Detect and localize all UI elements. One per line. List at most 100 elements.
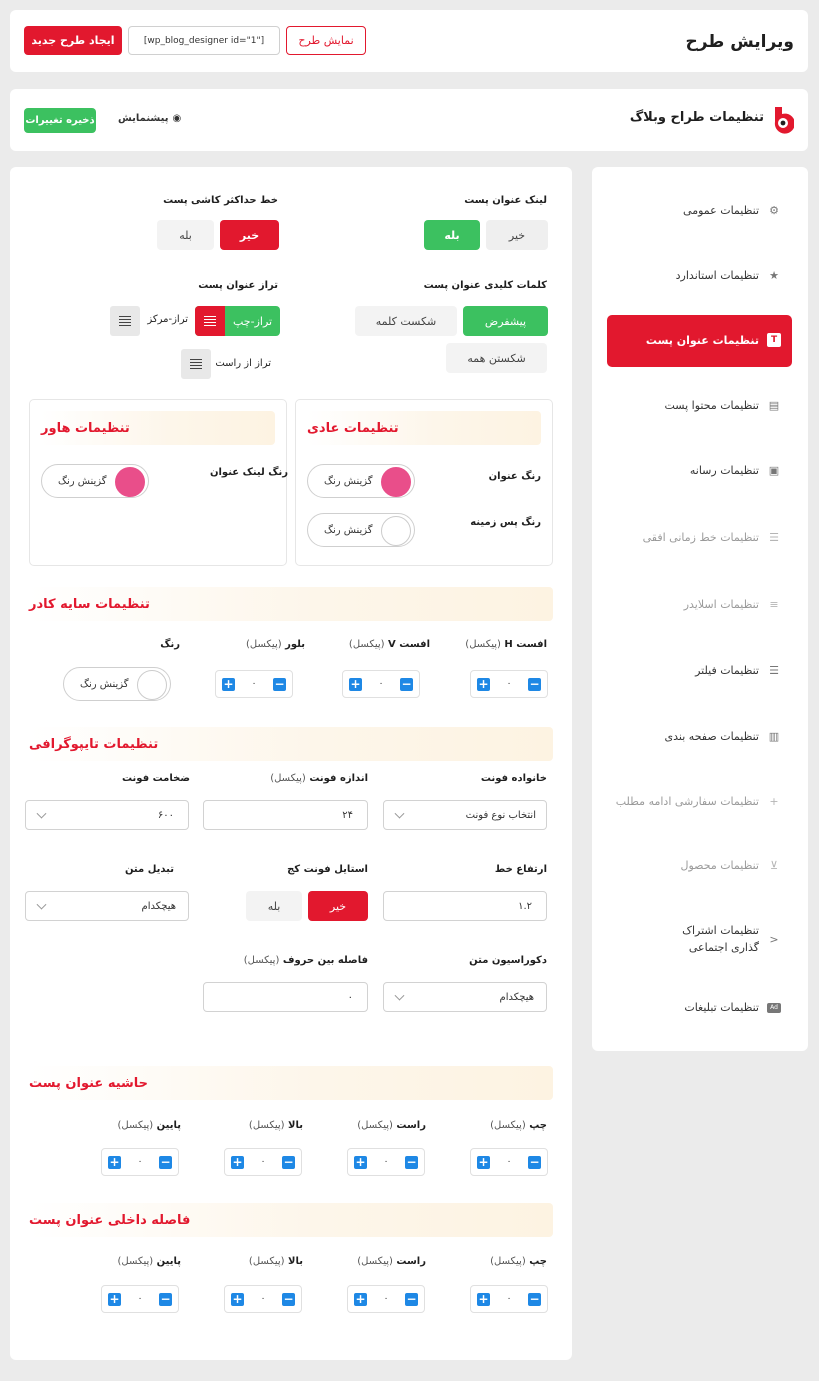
chevron-down-icon [394, 808, 405, 819]
shadow-v-stepper[interactable]: +۰− [342, 670, 420, 698]
minus-icon[interactable]: − [273, 677, 286, 691]
title-color-picker[interactable]: گزینش رنگ [307, 464, 415, 498]
shadow-h-stepper[interactable]: +۰− [470, 670, 548, 698]
save-changes-button[interactable]: ذخیره تغییرات [24, 108, 96, 133]
sidebar-item-social[interactable]: < تنظیمات اشتراک گذاری اجتماعی [651, 922, 781, 956]
align-right-label: تراز از راست [215, 358, 271, 369]
minus-icon[interactable]: − [159, 1292, 172, 1306]
sidebar-item-ads[interactable]: Ad تنظیمات تبلیغات [684, 1001, 781, 1014]
align-center-icon[interactable] [110, 306, 140, 336]
sidebar-item-product[interactable]: ⊻ تنظیمات محصول [681, 858, 782, 872]
minus-icon[interactable]: − [159, 1155, 172, 1169]
bg-color-picker[interactable]: گزینش رنگ [307, 513, 415, 547]
document-icon: ▤ [768, 398, 780, 412]
link-color-picker[interactable]: گزینش رنگ [41, 464, 149, 498]
book-icon: ▥ [768, 729, 780, 743]
text-decoration-label: دکوراسیون متن [469, 955, 547, 966]
sidebar-item-timeline[interactable]: ☰ تنظیمات خط زمانی افقی [643, 530, 781, 544]
plus-icon[interactable]: + [108, 1292, 121, 1306]
keywords-default-button[interactable]: پیشفرض [463, 306, 548, 336]
plus-icon[interactable]: + [108, 1155, 121, 1169]
margin-right-stepper[interactable]: +۰− [347, 1148, 425, 1176]
gear-icon: ⚙ [769, 203, 779, 217]
italic-label: استایل فونت کج [287, 864, 368, 875]
margin-top-stepper[interactable]: +۰− [224, 1148, 302, 1176]
shadow-v-label: افست V (پیکسل) [348, 639, 430, 650]
plus-icon[interactable]: + [222, 677, 235, 691]
plus-icon[interactable]: + [477, 677, 490, 691]
keywords-break-word-button[interactable]: شکست کلمه [355, 306, 457, 336]
new-layout-button[interactable]: ایجاد طرح جدید [24, 26, 122, 55]
image-icon: ▣ [768, 463, 780, 477]
align-left-button[interactable]: تراز-چپ [195, 306, 280, 336]
preview-layout-button[interactable]: نمایش طرح [286, 26, 366, 55]
keywords-break-all-button[interactable]: شکستن همه [446, 343, 547, 373]
title-link-yes-button[interactable]: بله [424, 220, 480, 250]
hover-settings-header: تنظیمات هاور [41, 411, 275, 445]
sidebar-item-content[interactable]: ▤ تنظیمات محتوا پست [664, 398, 781, 412]
margin-bottom-stepper[interactable]: +۰− [101, 1148, 179, 1176]
shortcode-field[interactable]: [wp_blog_designer id="1"] [128, 26, 280, 55]
italic-yes-button[interactable]: بله [246, 891, 302, 921]
keywords-label: کلمات کلیدی عنوان پست [423, 280, 547, 291]
page-title: ویرایش طرح [685, 32, 794, 52]
preview-link[interactable]: ◉ پیشنمایش [118, 113, 181, 124]
padding-top-stepper[interactable]: +۰− [224, 1285, 302, 1313]
margin-top-label: بالا (پیکسل) [248, 1120, 303, 1131]
sidebar-item-slider[interactable]: ≡ تنظیمات اسلایدر [684, 597, 781, 611]
sidebar-item-media[interactable]: ▣ تنظیمات رسانه [690, 463, 781, 477]
minus-icon[interactable]: − [400, 677, 413, 691]
sidebar-item-post-title-content[interactable]: T تنظیمات عنوان پست [646, 333, 781, 347]
minus-icon[interactable]: − [282, 1155, 295, 1169]
align-center-label: تراز-مرکز [147, 314, 188, 325]
plus-icon[interactable]: + [477, 1155, 490, 1169]
padding-right-stepper[interactable]: +۰− [347, 1285, 425, 1313]
blog-designer-logo [772, 106, 795, 134]
padding-bottom-stepper[interactable]: +۰− [101, 1285, 179, 1313]
italic-no-button[interactable]: خیر [308, 891, 368, 921]
text-decoration-select[interactable]: هیچکدام [383, 982, 547, 1012]
line-height-input[interactable]: ۱.۲ [383, 891, 547, 921]
align-left-icon [195, 306, 225, 336]
minus-icon[interactable]: − [528, 1292, 541, 1306]
minus-icon[interactable]: − [282, 1292, 295, 1306]
margin-bottom-label: پایین (پیکسل) [117, 1120, 181, 1131]
shadow-blur-label: بلور (پیکسل) [246, 639, 305, 650]
minus-icon[interactable]: − [405, 1292, 418, 1306]
text-transform-label: تبدیل متن [124, 864, 174, 875]
title-link-no-button[interactable]: خیر [486, 220, 548, 250]
minus-icon[interactable]: − [405, 1155, 418, 1169]
padding-top-label: بالا (پیکسل) [248, 1256, 303, 1267]
timeline-icon: ☰ [769, 530, 779, 544]
sidebar-item-pagination[interactable]: ▥ تنظیمات صفحه بندی [665, 729, 781, 743]
margin-right-label: راست (پیکسل) [357, 1120, 426, 1131]
letter-spacing-input[interactable]: ۰ [203, 982, 368, 1012]
top-header: ویرایش طرح ایجاد طرح جدید [wp_blog_desig… [10, 10, 808, 72]
plus-icon[interactable]: + [354, 1155, 367, 1169]
sidebar-item-read-more[interactable]: + تنظیمات سفارشی ادامه مطلب [616, 794, 781, 808]
font-family-select[interactable]: انتخاب نوع فونت [383, 800, 547, 830]
font-weight-select[interactable]: ۶۰۰ [25, 800, 189, 830]
minus-icon[interactable]: − [528, 1155, 541, 1169]
font-size-input[interactable]: ۲۴ [203, 800, 368, 830]
plus-icon[interactable]: + [231, 1292, 244, 1306]
plus-icon[interactable]: + [349, 677, 362, 691]
margin-left-stepper[interactable]: +۰− [470, 1148, 548, 1176]
strike-no-button[interactable]: خیر [220, 220, 279, 250]
sidebar-item-filter[interactable]: ☰ تنظیمات فیلتر [695, 663, 781, 677]
chevron-down-icon [36, 808, 47, 819]
minus-icon[interactable]: − [528, 677, 541, 691]
plus-icon[interactable]: + [354, 1292, 367, 1306]
sidebar-item-standard[interactable]: ★ تنظیمات استاندارد [676, 268, 781, 282]
sidebar-item-general[interactable]: ⚙ تنظیمات عمومی [683, 203, 781, 217]
plus-icon[interactable]: + [231, 1155, 244, 1169]
font-size-label: اندازه فونت (پیکسل) [270, 773, 368, 784]
shadow-blur-stepper[interactable]: +۰− [215, 670, 293, 698]
padding-left-stepper[interactable]: +۰− [470, 1285, 548, 1313]
strike-yes-button[interactable]: بله [157, 220, 214, 250]
align-right-icon[interactable] [181, 349, 211, 379]
text-transform-select[interactable]: هیچکدام [25, 891, 189, 921]
shadow-color-picker[interactable]: گزینش رنگ [63, 667, 171, 701]
title-color-label: رنگ عنوان [488, 471, 541, 482]
plus-icon[interactable]: + [477, 1292, 490, 1306]
